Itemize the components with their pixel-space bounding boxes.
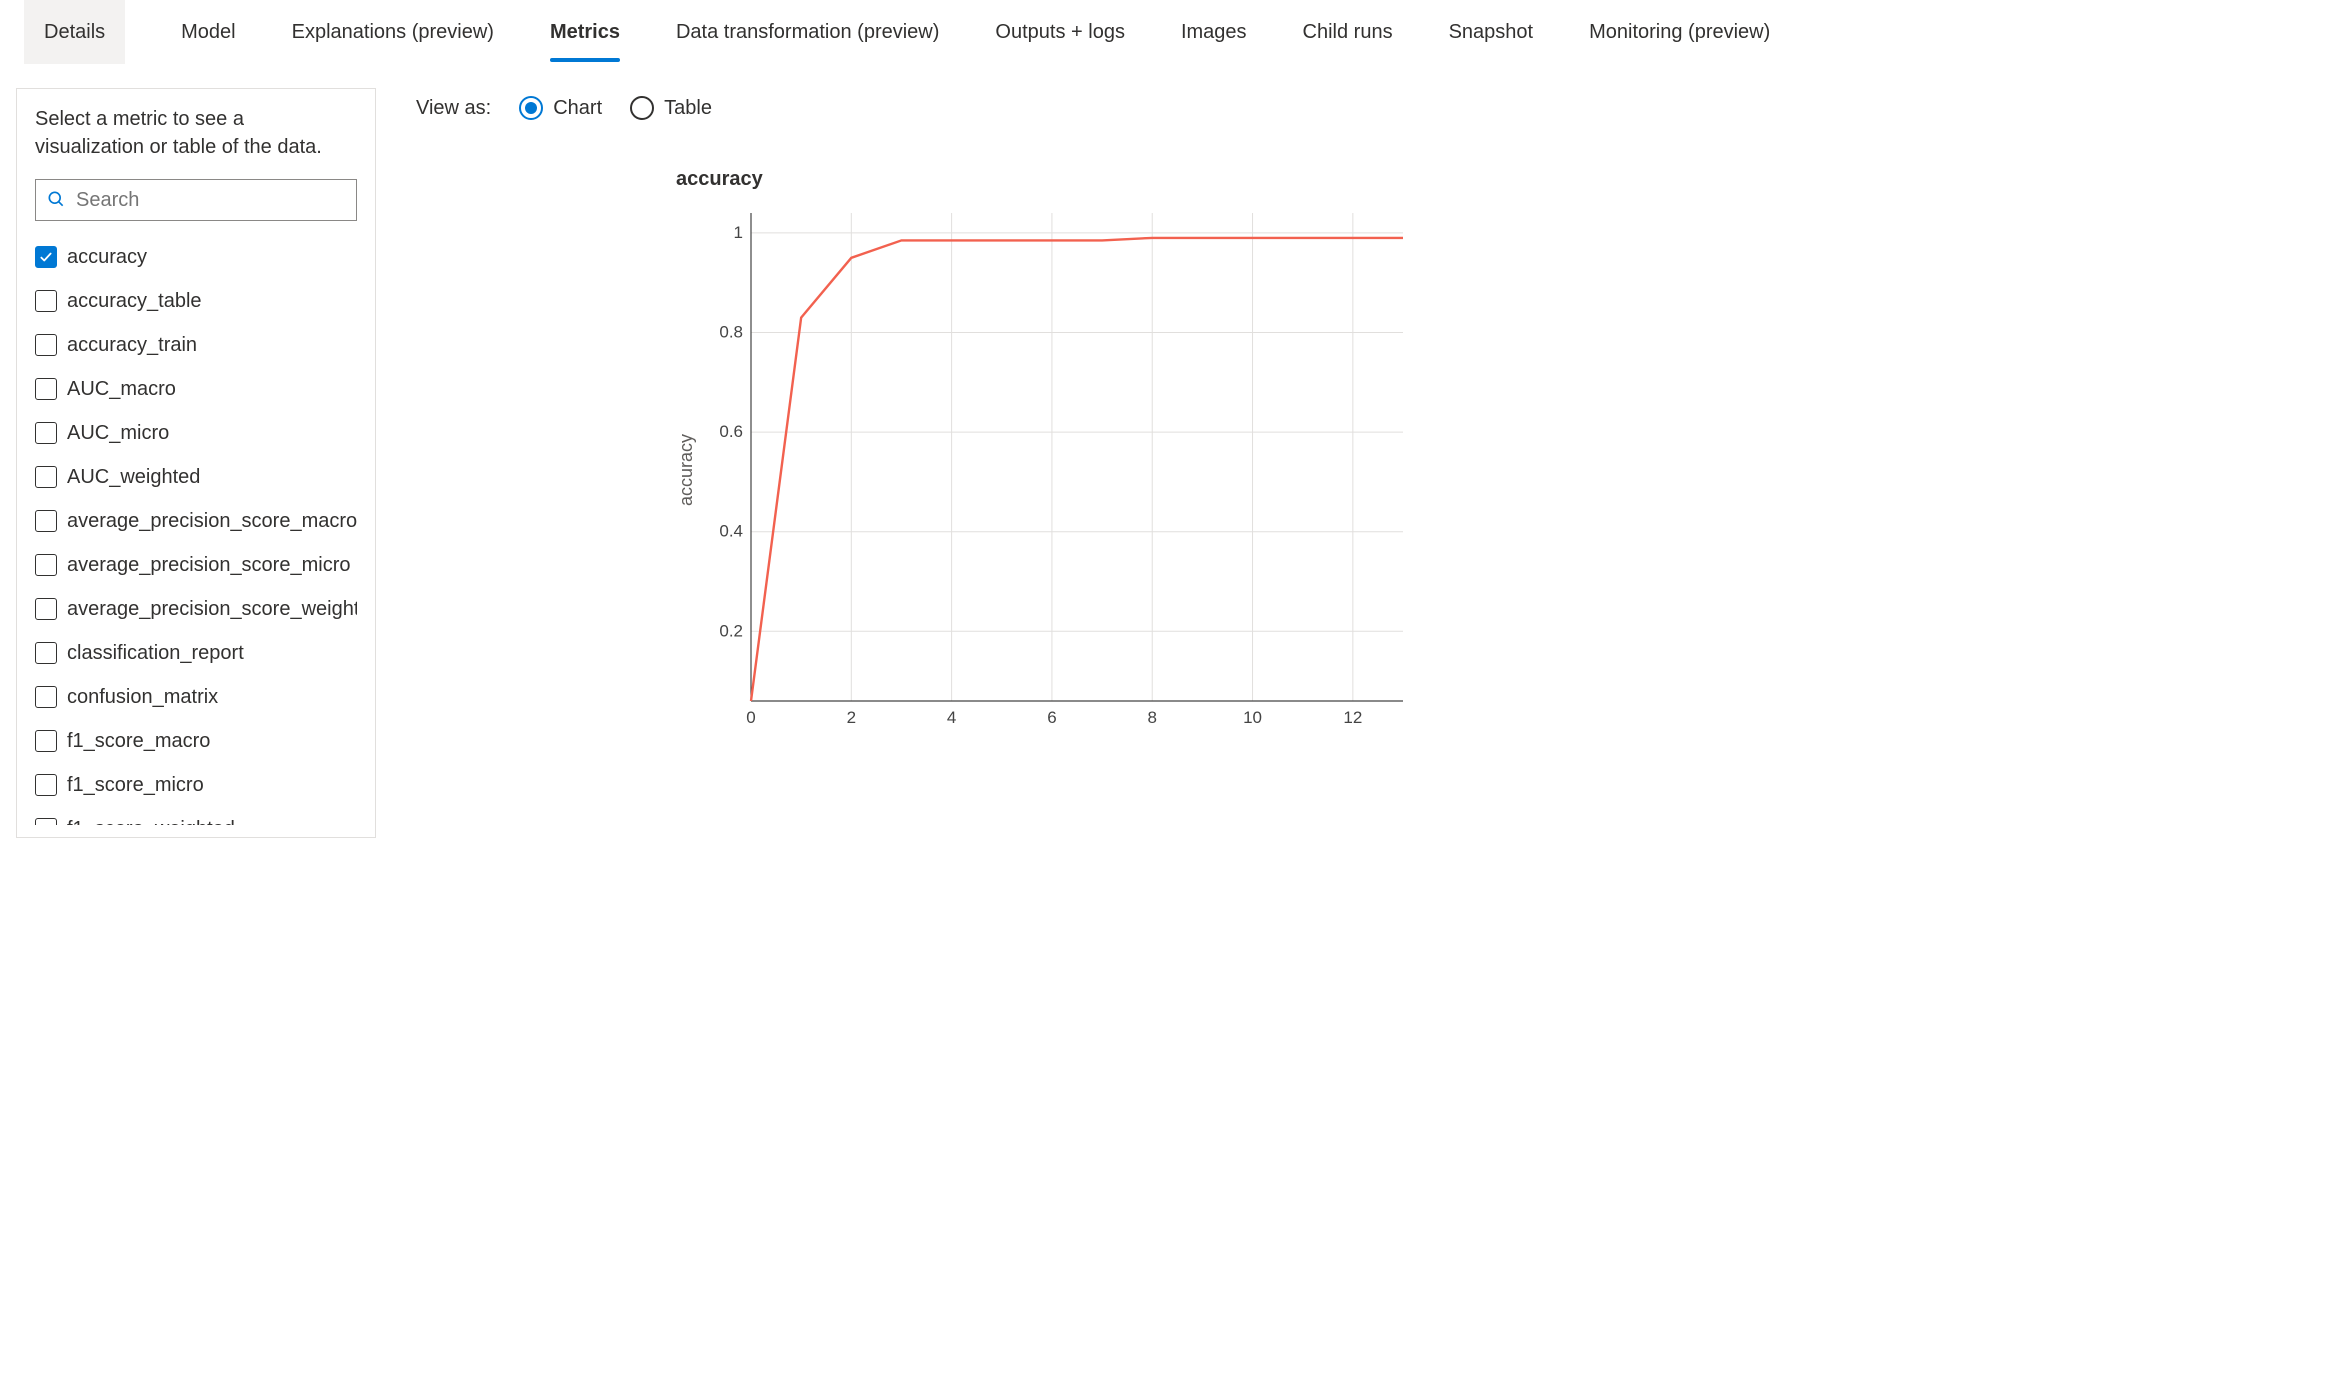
svg-text:4: 4 xyxy=(947,708,956,727)
radio-label: Table xyxy=(664,97,712,120)
checkbox[interactable] xyxy=(35,642,57,664)
metric-label: accuracy xyxy=(67,246,147,269)
metric-item-classification_report[interactable]: classification_report xyxy=(35,631,353,675)
content: Select a metric to see a visualization o… xyxy=(0,64,2332,854)
tab-child-runs[interactable]: Child runs xyxy=(1303,0,1393,64)
tab-label: Metrics xyxy=(550,21,620,44)
checkbox[interactable] xyxy=(35,730,57,752)
metric-label: average_precision_score_macro xyxy=(67,510,357,533)
chart-container: accuracy accuracy 0.20.40.60.81024681012 xyxy=(416,168,2316,735)
checkbox[interactable] xyxy=(35,554,57,576)
metric-item-average_precision_score_weighted[interactable]: average_precision_score_weighted xyxy=(35,587,353,631)
view-option-chart[interactable]: Chart xyxy=(519,96,602,120)
metric-item-accuracy[interactable]: accuracy xyxy=(35,235,353,279)
tabs-bar: Details Model Explanations (preview) Metric… xyxy=(0,0,2332,64)
tab-label: Details xyxy=(44,21,105,44)
tab-label: Outputs + logs xyxy=(995,21,1125,44)
tab-metrics[interactable]: Metrics xyxy=(550,0,620,64)
metric-item-auc_micro[interactable]: AUC_micro xyxy=(35,411,353,455)
metric-label: f1_score_macro xyxy=(67,730,210,753)
tab-label: Child runs xyxy=(1303,21,1393,44)
svg-text:1: 1 xyxy=(734,223,743,242)
tab-label: Model xyxy=(181,21,235,44)
metrics-list[interactable]: accuracy accuracy_table accuracy_train AUC_… xyxy=(35,235,357,825)
tab-label: Images xyxy=(1181,21,1247,44)
metric-item-accuracy_train[interactable]: accuracy_train xyxy=(35,323,353,367)
svg-text:0.8: 0.8 xyxy=(719,323,743,342)
metric-item-confusion_matrix[interactable]: confusion_matrix xyxy=(35,675,353,719)
radio-icon xyxy=(630,96,654,120)
checkbox[interactable] xyxy=(35,378,57,400)
metric-label: AUC_micro xyxy=(67,422,169,445)
metric-item-f1_score_weighted[interactable]: f1_score_weighted xyxy=(35,807,353,825)
radio-icon xyxy=(519,96,543,120)
tab-explanations-preview[interactable]: Explanations (preview) xyxy=(292,0,494,64)
checkbox[interactable] xyxy=(35,246,57,268)
view-as-options: Chart Table xyxy=(519,96,712,120)
tab-monitoring-preview[interactable]: Monitoring (preview) xyxy=(1589,0,1770,64)
checkbox[interactable] xyxy=(35,686,57,708)
tab-data-transformation-preview[interactable]: Data transformation (preview) xyxy=(676,0,939,64)
metric-label: f1_score_weighted xyxy=(67,818,235,826)
checkbox[interactable] xyxy=(35,818,57,825)
radio-label: Chart xyxy=(553,97,602,120)
chart-title: accuracy xyxy=(676,168,2316,191)
search-icon xyxy=(46,189,66,212)
tab-label: Explanations (preview) xyxy=(292,21,494,44)
metric-item-average_precision_score_macro[interactable]: average_precision_score_macro xyxy=(35,499,353,543)
metric-item-auc_macro[interactable]: AUC_macro xyxy=(35,367,353,411)
view-as-label: View as: xyxy=(416,97,491,120)
view-option-table[interactable]: Table xyxy=(630,96,712,120)
svg-text:2: 2 xyxy=(847,708,856,727)
metric-label: accuracy_train xyxy=(67,334,197,357)
tab-outputs-logs[interactable]: Outputs + logs xyxy=(995,0,1125,64)
tab-label: Snapshot xyxy=(1449,21,1534,44)
tab-snapshot[interactable]: Snapshot xyxy=(1449,0,1534,64)
metrics-sidebar: Select a metric to see a visualization o… xyxy=(16,88,376,838)
sidebar-prompt: Select a metric to see a visualization o… xyxy=(35,105,357,161)
metric-label: AUC_weighted xyxy=(67,466,200,489)
checkbox[interactable] xyxy=(35,290,57,312)
main-panel: View as: Chart Table accuracy accuracy 0.… xyxy=(416,88,2316,838)
tab-images[interactable]: Images xyxy=(1181,0,1247,64)
accuracy-chart: 0.20.40.60.81024681012 xyxy=(707,205,1407,735)
checkbox[interactable] xyxy=(35,422,57,444)
chart-ylabel: accuracy xyxy=(676,434,697,506)
checkbox[interactable] xyxy=(35,774,57,796)
checkbox[interactable] xyxy=(35,466,57,488)
tab-label: Monitoring (preview) xyxy=(1589,21,1770,44)
svg-text:10: 10 xyxy=(1243,708,1262,727)
metric-item-f1_score_micro[interactable]: f1_score_micro xyxy=(35,763,353,807)
svg-text:0.4: 0.4 xyxy=(719,522,743,541)
metric-label: average_precision_score_weighted xyxy=(67,598,357,621)
metric-label: classification_report xyxy=(67,642,244,665)
checkbox[interactable] xyxy=(35,510,57,532)
metric-item-average_precision_score_micro[interactable]: average_precision_score_micro xyxy=(35,543,353,587)
svg-text:0.2: 0.2 xyxy=(719,621,743,640)
svg-text:0.6: 0.6 xyxy=(719,422,743,441)
metric-label: accuracy_table xyxy=(67,290,202,313)
svg-text:6: 6 xyxy=(1047,708,1056,727)
metric-label: AUC_macro xyxy=(67,378,176,401)
tab-details[interactable]: Details xyxy=(24,0,125,64)
metric-item-accuracy_table[interactable]: accuracy_table xyxy=(35,279,353,323)
metric-label: f1_score_micro xyxy=(67,774,204,797)
metric-label: average_precision_score_micro xyxy=(67,554,350,577)
tab-label: Data transformation (preview) xyxy=(676,21,939,44)
metric-item-auc_weighted[interactable]: AUC_weighted xyxy=(35,455,353,499)
svg-text:0: 0 xyxy=(746,708,755,727)
view-as-row: View as: Chart Table xyxy=(416,88,2316,128)
checkbox[interactable] xyxy=(35,334,57,356)
svg-text:8: 8 xyxy=(1147,708,1156,727)
tab-model[interactable]: Model xyxy=(181,0,235,64)
metric-label: confusion_matrix xyxy=(67,686,218,709)
svg-text:12: 12 xyxy=(1343,708,1362,727)
checkbox[interactable] xyxy=(35,598,57,620)
search-box[interactable] xyxy=(35,179,357,221)
search-input[interactable] xyxy=(74,188,346,213)
metric-item-f1_score_macro[interactable]: f1_score_macro xyxy=(35,719,353,763)
